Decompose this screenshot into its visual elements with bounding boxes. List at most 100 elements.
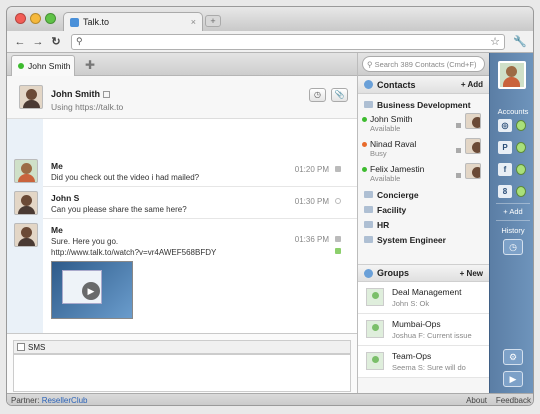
chat-pane: John Smith ✚ John Smith Using https://ta… (7, 53, 357, 393)
account-talkto-icon[interactable]: ◎ (498, 119, 512, 132)
group-icon (366, 352, 384, 370)
account-facebook-icon[interactable]: f (498, 163, 512, 176)
play-icon[interactable]: ▶ (82, 282, 100, 300)
status-bulb-icon[interactable] (516, 164, 526, 175)
globe-icon (364, 268, 373, 278)
group-icon (366, 320, 384, 338)
settings-gear-icon[interactable]: ⚙ (503, 349, 523, 365)
account-gtalk-icon[interactable]: 8 (498, 185, 512, 198)
globe-icon (364, 80, 373, 89)
minimize-window-button[interactable] (30, 13, 41, 24)
sms-checkbox[interactable] (17, 343, 25, 351)
status-bulb-icon[interactable] (516, 120, 526, 131)
sms-label: SMS (28, 342, 46, 352)
group-item[interactable]: Deal Management John S: Ok (358, 282, 489, 314)
contact-search-input[interactable]: ⚲ Search 389 Contacts (Cmd+F) (362, 56, 485, 72)
zoom-window-button[interactable] (45, 13, 56, 24)
new-tab-button[interactable]: + (205, 15, 221, 27)
group-last-message: Joshua F: Current issue (392, 331, 472, 340)
contact-name: Felix Jamestin (370, 164, 425, 174)
contact-item[interactable]: Ninad Raval Busy (358, 137, 489, 162)
folder-facility[interactable]: Facility (358, 202, 489, 217)
back-arrow-icon[interactable]: ← (11, 36, 29, 48)
account-rail: Accounts ◎ P f 8 + Add History ◷ ⚙ ▶ (489, 53, 533, 393)
partner-text: Partner: ResellerClub (11, 396, 88, 405)
device-icon (456, 123, 461, 128)
contact-item[interactable]: Felix Jamestin Available (358, 162, 489, 187)
status-bulb-icon[interactable] (516, 142, 526, 153)
my-profile-avatar[interactable] (498, 61, 526, 89)
add-contact-button[interactable]: + Add (461, 80, 483, 89)
message-thread: Me Did you check out the video i had mai… (7, 119, 357, 333)
contact-name: John Smith (370, 114, 413, 124)
account-p-icon[interactable]: P (498, 141, 512, 154)
new-group-button[interactable]: + New (460, 269, 483, 278)
message-text: Can you please share the same here? (51, 205, 187, 214)
group-item[interactable]: Mumbai-Ops Joshua F: Current issue (358, 314, 489, 346)
contacts-header: Contacts + Add (358, 76, 489, 94)
close-tab-icon[interactable]: × (191, 17, 196, 27)
message-author: Me (51, 225, 63, 235)
delivered-icon (335, 166, 341, 172)
chat-tabs: John Smith ✚ (7, 53, 357, 76)
search-placeholder: Search 389 Contacts (Cmd+F) (374, 59, 477, 69)
folder-icon (364, 191, 373, 198)
avatar (465, 163, 481, 179)
add-chat-tab-button[interactable]: ✚ (79, 57, 101, 73)
about-link[interactable]: About (466, 396, 487, 405)
contact-item[interactable]: John Smith Available (358, 112, 489, 137)
folder-label: Concierge (377, 189, 419, 200)
chat-contact-name: John Smith (51, 89, 110, 99)
tab-label: John Smith (28, 61, 71, 71)
reload-icon[interactable]: ↻ (47, 35, 65, 48)
wrench-icon[interactable]: 🔧 (511, 35, 529, 48)
history-button[interactable]: ◷ (309, 88, 326, 102)
status-dot-icon (362, 142, 367, 147)
browser-tab[interactable]: Talk.to × (63, 12, 203, 31)
tab-john-smith[interactable]: John Smith (11, 55, 75, 76)
avatar (465, 113, 481, 129)
folder-label: System Engineer (377, 234, 446, 245)
play-icon[interactable]: ▶ (503, 371, 523, 387)
sms-toggle[interactable]: SMS (13, 340, 351, 354)
feedback-link[interactable]: Feedback (496, 396, 531, 405)
read-icon (335, 198, 341, 204)
forward-arrow-icon[interactable]: → (29, 36, 47, 48)
status-bulb-icon[interactable] (516, 186, 526, 197)
folder-system-engineer[interactable]: System Engineer (358, 232, 489, 247)
contact-status: Available (370, 174, 401, 183)
message-item: John S Can you please share the same her… (14, 187, 357, 219)
folder-concierge[interactable]: Concierge (358, 187, 489, 202)
folder-hr[interactable]: HR (358, 217, 489, 232)
message-link[interactable]: http://www.talk.to/watch?v=vr4AWEF568BFD… (51, 248, 216, 257)
group-icon (366, 288, 384, 306)
bookmark-star-icon[interactable]: ☆ (490, 35, 500, 48)
add-account-button[interactable]: + Add (490, 207, 533, 216)
message-time: 01:36 PM (294, 235, 329, 244)
divider (496, 203, 530, 204)
profile-card-icon (103, 91, 110, 99)
status-dot-icon (362, 167, 367, 172)
partner-link[interactable]: ResellerClub (42, 396, 88, 405)
title-bar: Talk.to × + (7, 7, 533, 31)
partner-label: Partner: (11, 396, 40, 405)
message-text: Did you check out the video i had mailed… (51, 173, 200, 182)
folder-icon (364, 221, 373, 228)
message-text: Sure. Here you go. (51, 237, 119, 246)
folder-business-development[interactable]: Business Development (358, 97, 489, 112)
avatar (14, 159, 38, 183)
search-icon: ⚲ (367, 59, 375, 69)
attach-button[interactable]: 📎 (331, 88, 348, 102)
group-last-message: John S: Ok (392, 299, 430, 308)
message-author: Me (51, 161, 63, 171)
avatar (14, 191, 38, 215)
group-item[interactable]: Team-Ops Seema S: Sure will do (358, 346, 489, 378)
history-clock-icon[interactable]: ◷ (503, 239, 523, 255)
message-input[interactable] (13, 354, 351, 392)
avatar (14, 223, 38, 247)
close-window-button[interactable] (15, 13, 26, 24)
video-thumbnail[interactable]: ▶ (51, 261, 133, 319)
history-label: History (501, 226, 525, 235)
address-bar[interactable]: ⚲ ☆ (71, 33, 505, 50)
groups-title: Groups (377, 268, 410, 278)
